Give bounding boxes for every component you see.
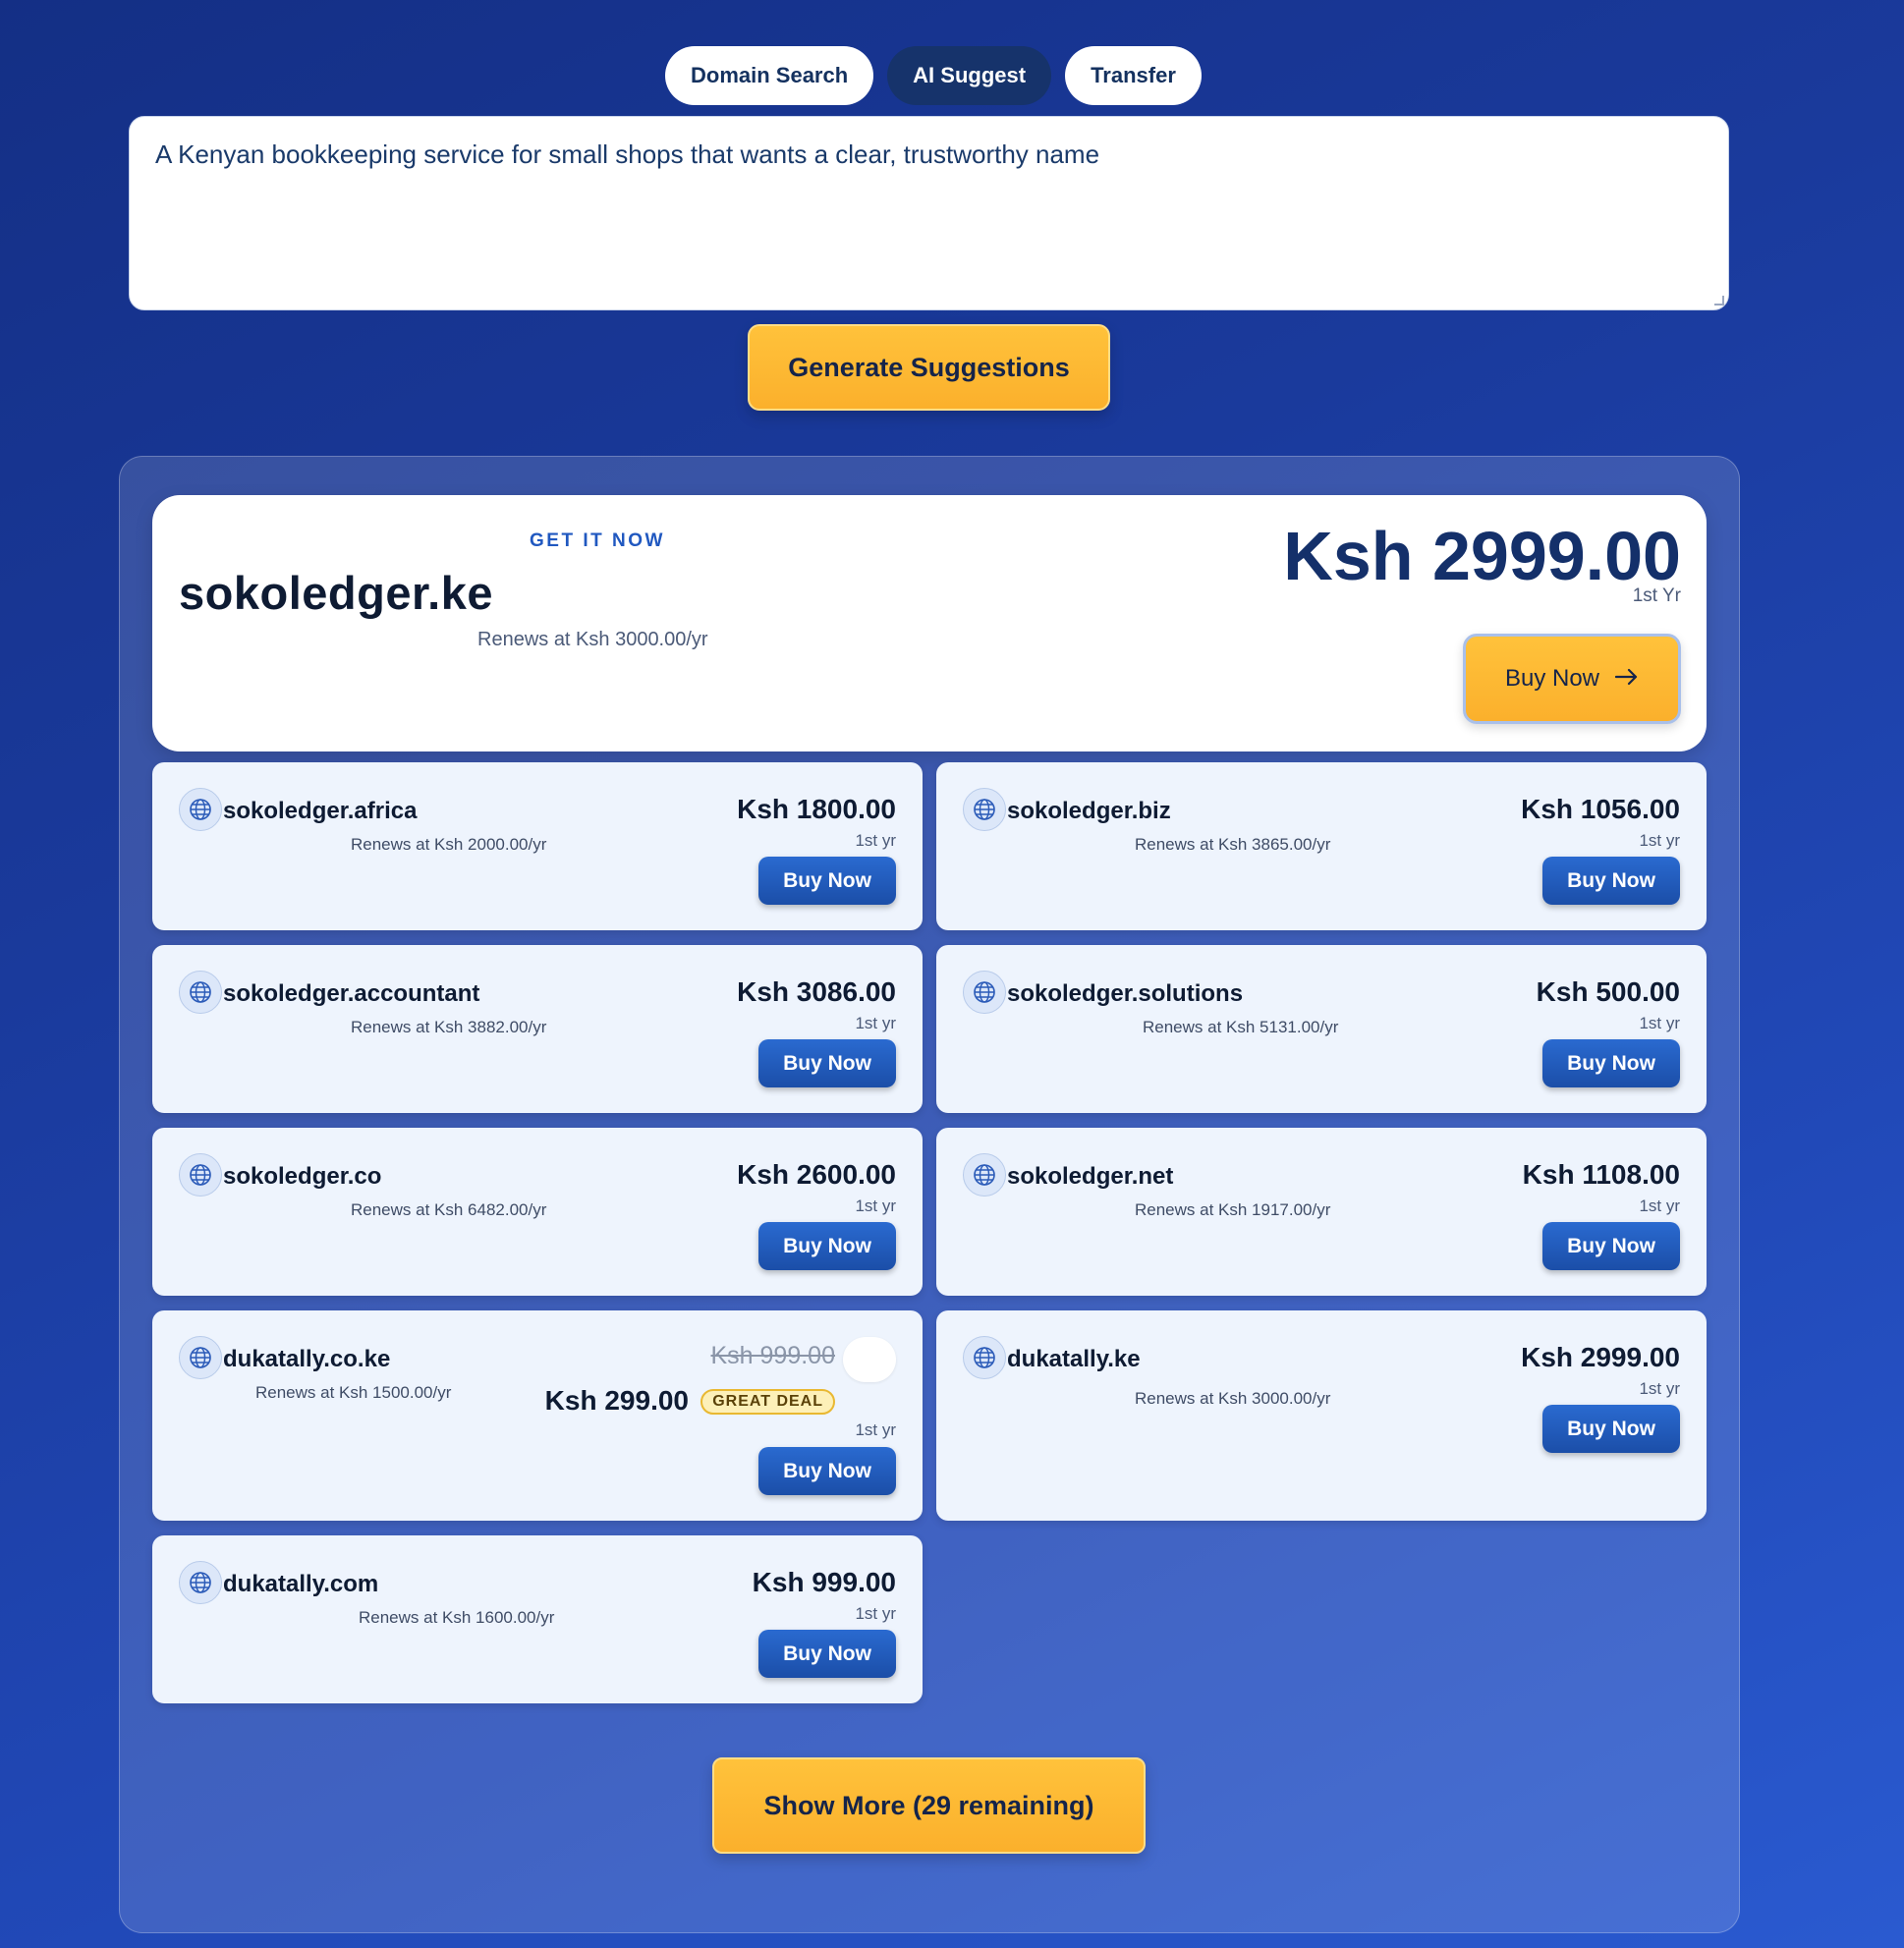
tab-domain-search[interactable]: Domain Search bbox=[665, 46, 874, 105]
result-price: Ksh 500.00 bbox=[1536, 976, 1680, 1007]
globe-icon bbox=[179, 1561, 222, 1604]
result-card: sokoledger.biz Renews at Ksh 3865.00/yr … bbox=[936, 762, 1707, 930]
deal-badge: GREAT DEAL bbox=[700, 1389, 835, 1415]
featured-buy-label: Buy Now bbox=[1504, 665, 1600, 692]
result-domain: sokoledger.net bbox=[1007, 1163, 1174, 1190]
result-period: 1st yr bbox=[855, 831, 896, 850]
result-renewal: Renews at Ksh 5131.00/yr bbox=[1143, 1018, 1339, 1036]
result-card: sokoledger.accountant Renews at Ksh 3882… bbox=[152, 945, 923, 1113]
result-card: sokoledger.co Renews at Ksh 6482.00/yr K… bbox=[152, 1128, 923, 1296]
result-domain: sokoledger.biz bbox=[1007, 798, 1171, 824]
featured-price: Ksh 2999.00 bbox=[1283, 518, 1681, 594]
prompt-text: A Kenyan bookkeeping service for small s… bbox=[155, 139, 1100, 169]
featured-renewal: Renews at Ksh 3000.00/yr bbox=[477, 629, 708, 650]
result-period: 1st yr bbox=[1639, 831, 1680, 850]
buy-now-button[interactable]: Buy Now bbox=[758, 1222, 896, 1270]
result-price: Ksh 1056.00 bbox=[1521, 794, 1680, 824]
featured-period: 1st Yr bbox=[1632, 585, 1681, 606]
result-card: sokoledger.net Renews at Ksh 1917.00/yr … bbox=[936, 1128, 1707, 1296]
buy-now-button[interactable]: Buy Now bbox=[758, 1630, 896, 1678]
result-period: 1st yr bbox=[855, 1604, 896, 1623]
result-period: 1st yr bbox=[855, 1197, 896, 1215]
result-price: Ksh 2600.00 bbox=[737, 1159, 896, 1190]
result-domain: dukatally.com bbox=[223, 1571, 379, 1597]
buy-now-button[interactable]: Buy Now bbox=[1542, 1039, 1680, 1087]
result-period: 1st yr bbox=[1639, 1197, 1680, 1215]
result-renewal: Renews at Ksh 2000.00/yr bbox=[351, 835, 547, 854]
result-renewal: Renews at Ksh 1917.00/yr bbox=[1135, 1200, 1331, 1219]
globe-icon bbox=[963, 971, 1006, 1014]
deal-toggle[interactable] bbox=[843, 1337, 896, 1382]
buy-now-button[interactable]: Buy Now bbox=[758, 857, 896, 905]
generate-suggestions-button[interactable]: Generate Suggestions bbox=[748, 324, 1110, 411]
show-more-button[interactable]: Show More (29 remaining) bbox=[712, 1757, 1146, 1854]
featured-buy-now-button[interactable]: Buy Now bbox=[1463, 634, 1681, 724]
arrow-right-icon bbox=[1614, 665, 1639, 693]
buy-now-button[interactable]: Buy Now bbox=[758, 1039, 896, 1087]
result-price: Ksh 999.00 bbox=[752, 1567, 896, 1597]
result-renewal: Renews at Ksh 3865.00/yr bbox=[1135, 835, 1331, 854]
result-domain: sokoledger.co bbox=[223, 1163, 382, 1190]
tab-bar: Domain Search AI Suggest Transfer bbox=[665, 46, 1202, 105]
prompt-textarea[interactable]: A Kenyan bookkeeping service for small s… bbox=[129, 116, 1729, 310]
tab-transfer[interactable]: Transfer bbox=[1065, 46, 1202, 105]
result-domain: dukatally.ke bbox=[1007, 1346, 1141, 1372]
result-domain: sokoledger.africa bbox=[223, 798, 418, 824]
globe-icon bbox=[963, 1153, 1006, 1197]
buy-now-button[interactable]: Buy Now bbox=[1542, 857, 1680, 905]
globe-icon bbox=[179, 1336, 222, 1379]
result-renewal: Renews at Ksh 3882.00/yr bbox=[351, 1018, 547, 1036]
original-price: Ksh 999.00 bbox=[710, 1342, 836, 1369]
result-renewal: Renews at Ksh 1500.00/yr bbox=[255, 1383, 452, 1402]
globe-icon bbox=[179, 788, 222, 831]
tab-ai-suggest[interactable]: AI Suggest bbox=[887, 46, 1052, 105]
result-period: 1st yr bbox=[855, 1420, 896, 1439]
buy-now-button[interactable]: Buy Now bbox=[1542, 1405, 1680, 1453]
result-price: Ksh 1108.00 bbox=[1522, 1159, 1680, 1190]
result-domain: sokoledger.solutions bbox=[1007, 980, 1244, 1007]
result-domain: sokoledger.accountant bbox=[223, 980, 480, 1007]
result-price: Ksh 3086.00 bbox=[737, 976, 896, 1007]
featured-result-card: GET IT NOW sokoledger.ke Renews at Ksh 3… bbox=[152, 495, 1707, 751]
result-renewal: Renews at Ksh 1600.00/yr bbox=[359, 1608, 555, 1627]
globe-icon bbox=[179, 1153, 222, 1197]
resize-handle[interactable] bbox=[1714, 296, 1724, 306]
result-card-deal: dukatally.co.ke Renews at Ksh 1500.00/yr… bbox=[152, 1310, 923, 1521]
buy-now-button[interactable]: Buy Now bbox=[1542, 1222, 1680, 1270]
globe-icon bbox=[179, 971, 222, 1014]
result-period: 1st yr bbox=[1639, 1014, 1680, 1032]
featured-tag: GET IT NOW bbox=[530, 530, 665, 551]
result-period: 1st yr bbox=[855, 1014, 896, 1032]
result-price: Ksh 2999.00 bbox=[1521, 1342, 1680, 1372]
result-price: Ksh 299.00 bbox=[544, 1385, 689, 1416]
featured-domain: sokoledger.ke bbox=[179, 567, 493, 619]
result-price: Ksh 1800.00 bbox=[737, 794, 896, 824]
result-card: sokoledger.africa Renews at Ksh 2000.00/… bbox=[152, 762, 923, 930]
result-domain: dukatally.co.ke bbox=[223, 1346, 391, 1372]
globe-icon bbox=[963, 1336, 1006, 1379]
result-renewal: Renews at Ksh 3000.00/yr bbox=[1135, 1389, 1331, 1408]
result-card: dukatally.ke Renews at Ksh 3000.00/yr Ks… bbox=[936, 1310, 1707, 1521]
result-card: dukatally.com Renews at Ksh 1600.00/yr K… bbox=[152, 1535, 923, 1703]
result-period: 1st yr bbox=[1639, 1379, 1680, 1398]
buy-now-button[interactable]: Buy Now bbox=[758, 1447, 896, 1495]
result-card: sokoledger.solutions Renews at Ksh 5131.… bbox=[936, 945, 1707, 1113]
globe-icon bbox=[963, 788, 1006, 831]
result-renewal: Renews at Ksh 6482.00/yr bbox=[351, 1200, 547, 1219]
